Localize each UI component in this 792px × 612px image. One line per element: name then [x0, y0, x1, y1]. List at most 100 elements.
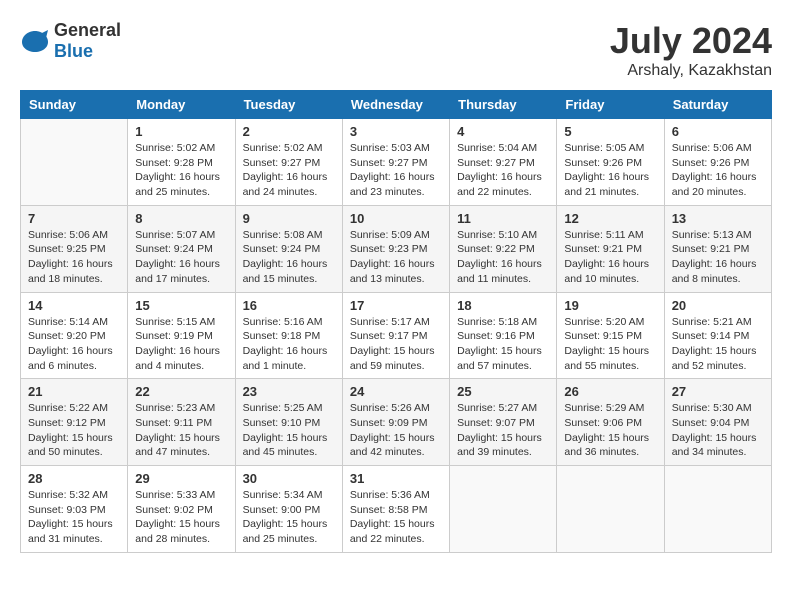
day-info: Sunrise: 5:08 AM Sunset: 9:24 PM Dayligh…	[243, 228, 335, 287]
column-header-sunday: Sunday	[21, 91, 128, 119]
day-info: Sunrise: 5:02 AM Sunset: 9:27 PM Dayligh…	[243, 141, 335, 200]
calendar-cell: 25 Sunrise: 5:27 AM Sunset: 9:07 PM Dayli…	[450, 379, 557, 466]
day-number: 26	[564, 384, 656, 399]
day-info: Sunrise: 5:29 AM Sunset: 9:06 PM Dayligh…	[564, 401, 656, 460]
day-number: 17	[350, 298, 442, 313]
day-number: 14	[28, 298, 120, 313]
day-number: 16	[243, 298, 335, 313]
calendar-cell: 1Sunrise: 5:02 AM Sunset: 9:28 PM Daylig…	[128, 119, 235, 206]
day-number: 30	[243, 471, 335, 486]
calendar-cell: 26 Sunrise: 5:29 AM Sunset: 9:06 PM Dayli…	[557, 379, 664, 466]
day-info: Sunrise: 5:26 AM Sunset: 9:09 PM Dayligh…	[350, 401, 442, 460]
day-number: 11	[457, 211, 549, 226]
calendar-cell: 8 Sunrise: 5:07 AM Sunset: 9:24 PM Daylig…	[128, 205, 235, 292]
day-info: Sunrise: 5:06 AM Sunset: 9:26 PM Dayligh…	[672, 141, 764, 200]
day-number: 20	[672, 298, 764, 313]
day-info: Sunrise: 5:16 AM Sunset: 9:18 PM Dayligh…	[243, 315, 335, 374]
day-number: 25	[457, 384, 549, 399]
calendar-cell: 7 Sunrise: 5:06 AM Sunset: 9:25 PM Daylig…	[21, 205, 128, 292]
calendar-cell: 14 Sunrise: 5:14 AM Sunset: 9:20 PM Dayli…	[21, 292, 128, 379]
logo: General Blue	[20, 20, 121, 62]
calendar-cell: 17 Sunrise: 5:17 AM Sunset: 9:17 PM Dayli…	[342, 292, 449, 379]
calendar-cell: 2 Sunrise: 5:02 AM Sunset: 9:27 PM Daylig…	[235, 119, 342, 206]
day-number: 27	[672, 384, 764, 399]
calendar-cell: 15Sunrise: 5:15 AM Sunset: 9:19 PM Dayli…	[128, 292, 235, 379]
day-number: 19	[564, 298, 656, 313]
column-header-wednesday: Wednesday	[342, 91, 449, 119]
calendar-cell: 12 Sunrise: 5:11 AM Sunset: 9:21 PM Dayli…	[557, 205, 664, 292]
calendar-cell	[450, 466, 557, 553]
day-info: Sunrise: 5:02 AM Sunset: 9:28 PM Dayligh…	[135, 141, 227, 200]
logo-general: General	[54, 20, 121, 40]
calendar-cell: 18 Sunrise: 5:18 AM Sunset: 9:16 PM Dayli…	[450, 292, 557, 379]
day-info: Sunrise: 5:14 AM Sunset: 9:20 PM Dayligh…	[28, 315, 120, 374]
day-number: 2	[243, 124, 335, 139]
calendar-cell: 6 Sunrise: 5:06 AM Sunset: 9:26 PM Daylig…	[664, 119, 771, 206]
day-info: Sunrise: 5:33 AM Sunset: 9:02 PM Dayligh…	[135, 488, 227, 547]
day-info: Sunrise: 5:03 AM Sunset: 9:27 PM Dayligh…	[350, 141, 442, 200]
calendar-cell: 31 Sunrise: 5:36 AM Sunset: 8:58 PM Dayli…	[342, 466, 449, 553]
day-info: Sunrise: 5:22 AM Sunset: 9:12 PM Dayligh…	[28, 401, 120, 460]
day-info: Sunrise: 5:07 AM Sunset: 9:24 PM Dayligh…	[135, 228, 227, 287]
day-info: Sunrise: 5:21 AM Sunset: 9:14 PM Dayligh…	[672, 315, 764, 374]
day-info: Sunrise: 5:17 AM Sunset: 9:17 PM Dayligh…	[350, 315, 442, 374]
day-info: Sunrise: 5:36 AM Sunset: 8:58 PM Dayligh…	[350, 488, 442, 547]
day-number: 28	[28, 471, 120, 486]
column-header-saturday: Saturday	[664, 91, 771, 119]
calendar-cell: 23Sunrise: 5:25 AM Sunset: 9:10 PM Dayli…	[235, 379, 342, 466]
day-number: 15	[135, 298, 227, 313]
logo-text: General Blue	[54, 20, 121, 62]
day-info: Sunrise: 5:18 AM Sunset: 9:16 PM Dayligh…	[457, 315, 549, 374]
day-info: Sunrise: 5:32 AM Sunset: 9:03 PM Dayligh…	[28, 488, 120, 547]
title-section: July 2024 Arshaly, Kazakhstan	[610, 20, 772, 80]
calendar-cell	[664, 466, 771, 553]
calendar-cell	[21, 119, 128, 206]
location: Arshaly, Kazakhstan	[610, 62, 772, 80]
day-info: Sunrise: 5:09 AM Sunset: 9:23 PM Dayligh…	[350, 228, 442, 287]
day-info: Sunrise: 5:27 AM Sunset: 9:07 PM Dayligh…	[457, 401, 549, 460]
day-number: 3	[350, 124, 442, 139]
calendar-cell: 20 Sunrise: 5:21 AM Sunset: 9:14 PM Dayli…	[664, 292, 771, 379]
page-header: General Blue July 2024 Arshaly, Kazakhst…	[20, 20, 772, 80]
day-info: Sunrise: 5:13 AM Sunset: 9:21 PM Dayligh…	[672, 228, 764, 287]
day-info: Sunrise: 5:23 AM Sunset: 9:11 PM Dayligh…	[135, 401, 227, 460]
calendar-cell: 24 Sunrise: 5:26 AM Sunset: 9:09 PM Dayli…	[342, 379, 449, 466]
calendar-cell: 19Sunrise: 5:20 AM Sunset: 9:15 PM Dayli…	[557, 292, 664, 379]
day-number: 24	[350, 384, 442, 399]
calendar-cell: 30 Sunrise: 5:34 AM Sunset: 9:00 PM Dayli…	[235, 466, 342, 553]
column-header-tuesday: Tuesday	[235, 91, 342, 119]
day-number: 13	[672, 211, 764, 226]
column-header-monday: Monday	[128, 91, 235, 119]
day-number: 18	[457, 298, 549, 313]
calendar-cell: 16 Sunrise: 5:16 AM Sunset: 9:18 PM Dayli…	[235, 292, 342, 379]
day-number: 31	[350, 471, 442, 486]
day-number: 6	[672, 124, 764, 139]
calendar-cell: 29Sunrise: 5:33 AM Sunset: 9:02 PM Dayli…	[128, 466, 235, 553]
day-number: 9	[243, 211, 335, 226]
day-number: 7	[28, 211, 120, 226]
day-info: Sunrise: 5:30 AM Sunset: 9:04 PM Dayligh…	[672, 401, 764, 460]
day-info: Sunrise: 5:05 AM Sunset: 9:26 PM Dayligh…	[564, 141, 656, 200]
calendar-cell: 11 Sunrise: 5:10 AM Sunset: 9:22 PM Dayli…	[450, 205, 557, 292]
calendar-cell: 27 Sunrise: 5:30 AM Sunset: 9:04 PM Dayli…	[664, 379, 771, 466]
calendar-cell	[557, 466, 664, 553]
week-row-5: 28 Sunrise: 5:32 AM Sunset: 9:03 PM Dayli…	[21, 466, 772, 553]
week-row-2: 7 Sunrise: 5:06 AM Sunset: 9:25 PM Daylig…	[21, 205, 772, 292]
day-number: 8	[135, 211, 227, 226]
day-info: Sunrise: 5:10 AM Sunset: 9:22 PM Dayligh…	[457, 228, 549, 287]
day-info: Sunrise: 5:34 AM Sunset: 9:00 PM Dayligh…	[243, 488, 335, 547]
day-info: Sunrise: 5:06 AM Sunset: 9:25 PM Dayligh…	[28, 228, 120, 287]
calendar-cell: 4Sunrise: 5:04 AM Sunset: 9:27 PM Daylig…	[450, 119, 557, 206]
day-info: Sunrise: 5:11 AM Sunset: 9:21 PM Dayligh…	[564, 228, 656, 287]
day-info: Sunrise: 5:04 AM Sunset: 9:27 PM Dayligh…	[457, 141, 549, 200]
logo-icon	[20, 26, 50, 56]
calendar-cell: 5Sunrise: 5:05 AM Sunset: 9:26 PM Daylig…	[557, 119, 664, 206]
calendar-cell: 3 Sunrise: 5:03 AM Sunset: 9:27 PM Daylig…	[342, 119, 449, 206]
calendar-cell: 21Sunrise: 5:22 AM Sunset: 9:12 PM Dayli…	[21, 379, 128, 466]
column-header-thursday: Thursday	[450, 91, 557, 119]
week-row-1: 1Sunrise: 5:02 AM Sunset: 9:28 PM Daylig…	[21, 119, 772, 206]
calendar-cell: 9 Sunrise: 5:08 AM Sunset: 9:24 PM Daylig…	[235, 205, 342, 292]
day-number: 12	[564, 211, 656, 226]
header-row: SundayMondayTuesdayWednesdayThursdayFrid…	[21, 91, 772, 119]
calendar-cell: 13 Sunrise: 5:13 AM Sunset: 9:21 PM Dayli…	[664, 205, 771, 292]
